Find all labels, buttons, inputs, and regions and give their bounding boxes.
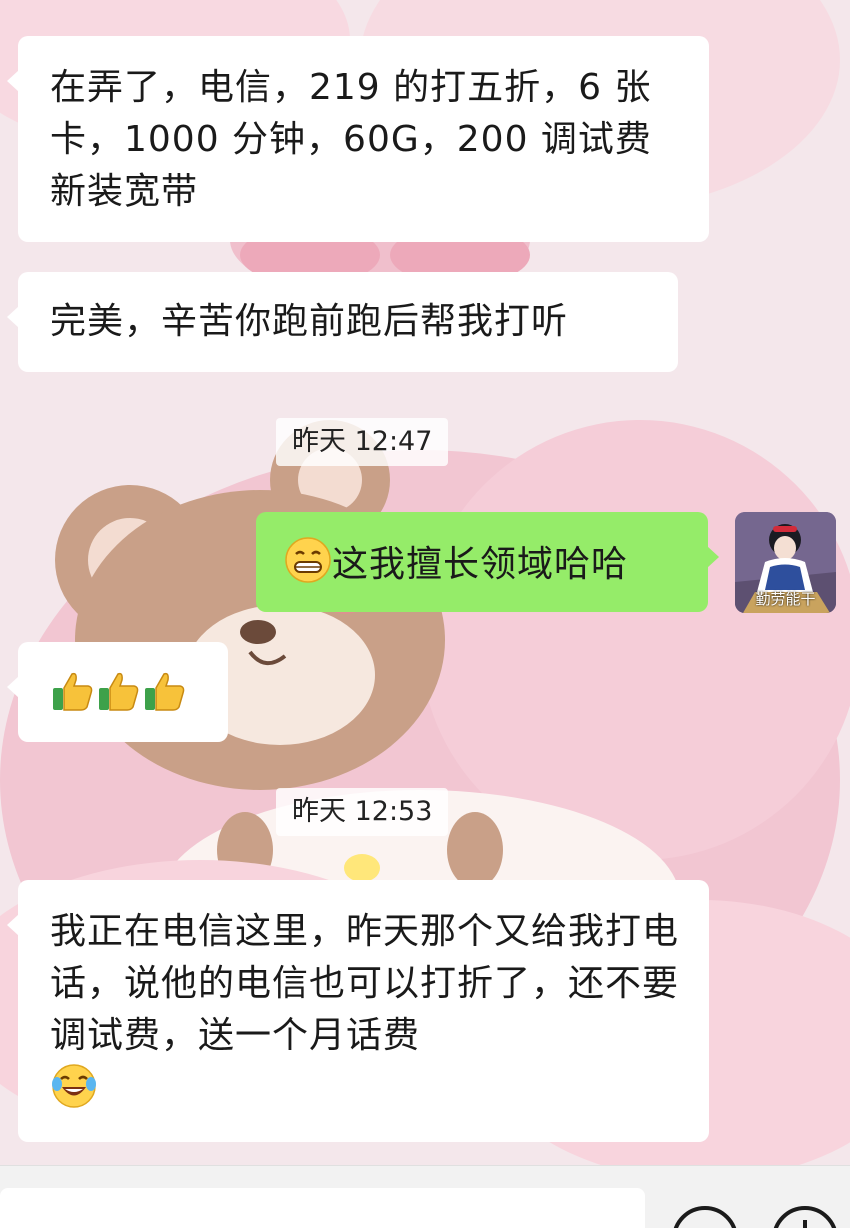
- thumbs-up-icon: [50, 668, 96, 729]
- smiley-icon: [676, 1210, 734, 1228]
- thumbs-up-icon: [142, 668, 188, 729]
- message-input[interactable]: [0, 1188, 645, 1228]
- input-bar: [0, 1165, 850, 1228]
- message-text: 完美，辛苦你跑前跑后帮我打听: [50, 301, 569, 342]
- incoming-message[interactable]: 我正在电信这里，昨天那个又给我打电话，说他的电信也可以打折了，还不要调试费，送一…: [7, 880, 709, 1142]
- message-text: 我正在电信这里，昨天那个又给我打电话，说他的电信也可以打折了，还不要调试费，送一…: [50, 911, 680, 1056]
- plus-icon: [803, 1220, 807, 1228]
- avatar[interactable]: 勤劳能干: [735, 512, 836, 613]
- message-timestamp: 昨天 12:53: [276, 788, 449, 836]
- incoming-message[interactable]: 在弄了，电信，219 的打五折，6 张卡，1000 分钟，60G，200 调试费…: [7, 36, 709, 242]
- laughing-tears-icon: [50, 1062, 98, 1125]
- incoming-message[interactable]: 完美，辛苦你跑前跑后帮我打听: [7, 272, 678, 372]
- avatar-caption: 勤劳能干: [755, 590, 816, 608]
- outgoing-message[interactable]: 这我擅长领域哈哈: [256, 512, 719, 612]
- message-timestamp: 昨天 12:47: [276, 418, 449, 466]
- message-text: 这我擅长领域哈哈: [332, 544, 629, 585]
- incoming-message[interactable]: [7, 642, 228, 742]
- emoji-button[interactable]: [672, 1206, 738, 1228]
- more-button[interactable]: [772, 1206, 838, 1228]
- thumbs-up-icon: [96, 668, 142, 729]
- message-text: 在弄了，电信，219 的打五折，6 张卡，1000 分钟，60G，200 调试费…: [50, 67, 652, 212]
- grin-icon: [284, 536, 332, 599]
